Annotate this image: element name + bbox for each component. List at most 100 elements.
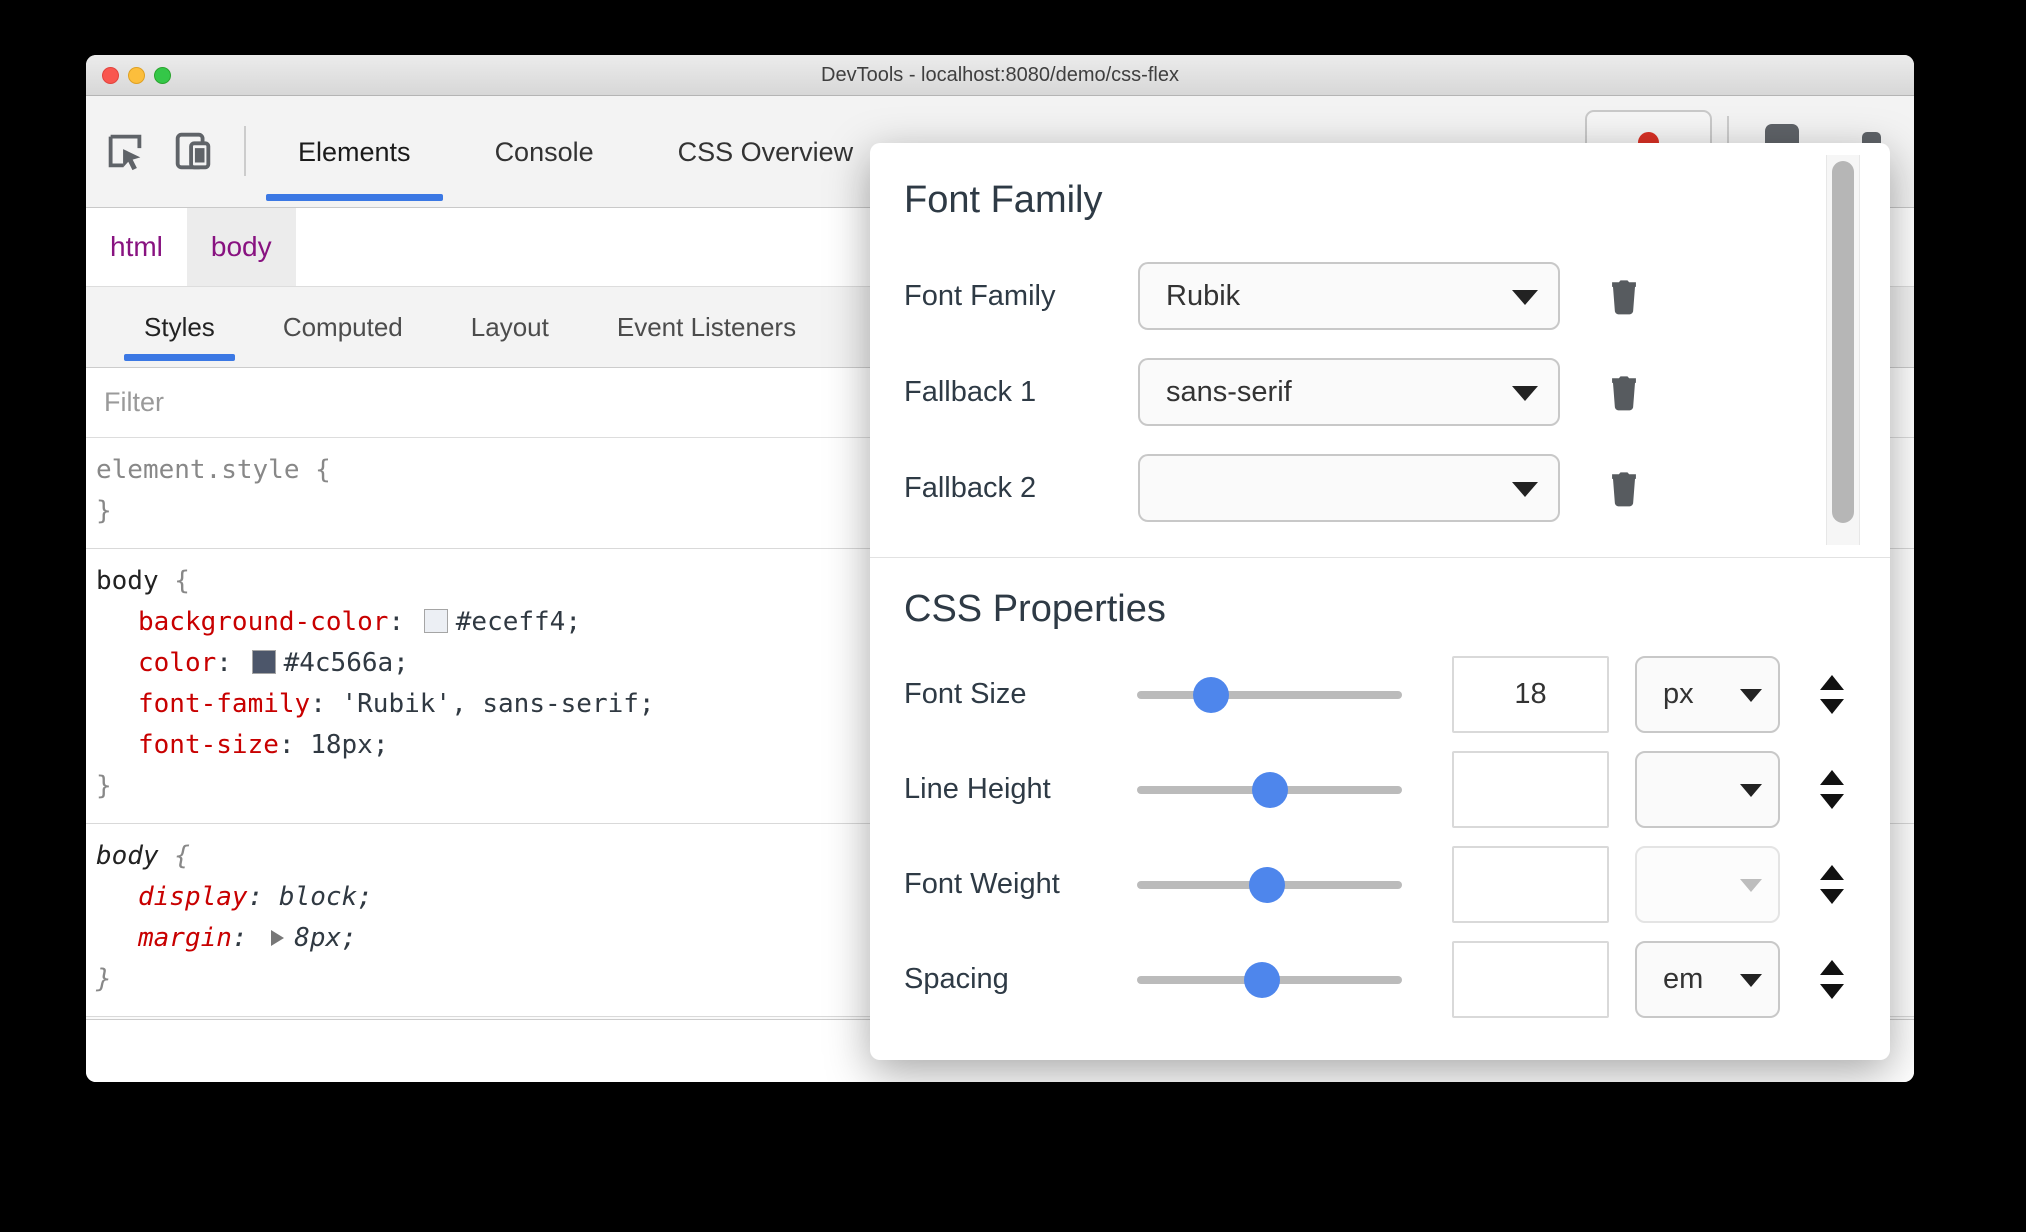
font-weight-row: Font Weight <box>904 837 1890 932</box>
chevron-down-icon <box>1740 783 1762 797</box>
slider-thumb[interactable] <box>1251 771 1288 808</box>
spacing-unit-value: em <box>1663 963 1704 995</box>
screenshot-stage: DevTools - localhost:8080/demo/css-flex <box>0 0 2026 1232</box>
tab-event-listeners[interactable]: Event Listeners <box>583 287 830 367</box>
tab-computed-label: Computed <box>282 311 403 342</box>
color-swatch[interactable] <box>423 609 448 633</box>
stepper-down-icon[interactable] <box>1820 794 1844 809</box>
tab-elements[interactable]: Elements <box>256 96 453 208</box>
font-family-label: Font Family <box>904 279 1056 312</box>
font-size-value-input[interactable] <box>1452 656 1609 733</box>
device-toolbar-icon[interactable] <box>170 126 216 176</box>
stepper-down-icon[interactable] <box>1820 984 1844 999</box>
slider-thumb[interactable] <box>1248 866 1285 903</box>
stepper-up-icon[interactable] <box>1820 675 1844 690</box>
line-height-slider[interactable] <box>1137 771 1402 808</box>
style-filter-input[interactable] <box>86 386 786 419</box>
slider-track <box>1137 690 1402 699</box>
stepper-up-icon[interactable] <box>1820 865 1844 880</box>
font-family-section-title: Font Family <box>904 179 1103 221</box>
tab-console-label: Console <box>494 136 594 167</box>
toolbar-separator <box>244 126 246 176</box>
slider-thumb[interactable] <box>1243 961 1280 998</box>
font-family-select-value: Rubik <box>1166 279 1241 312</box>
slider-thumb[interactable] <box>1193 676 1230 713</box>
main-tab-bar: Elements Console CSS Overview <box>256 96 895 208</box>
overlay-scrollbar-track[interactable] <box>1826 155 1860 545</box>
tab-layout[interactable]: Layout <box>437 287 583 367</box>
line-height-label: Line Height <box>904 773 1051 805</box>
tab-computed[interactable]: Computed <box>249 287 437 367</box>
color-swatch[interactable] <box>251 650 276 674</box>
font-size-stepper[interactable] <box>1820 675 1844 714</box>
font-family-row: Font Family Rubik <box>904 248 1890 344</box>
tab-console[interactable]: Console <box>453 96 636 208</box>
delete-fallback-1-button[interactable] <box>1602 366 1646 418</box>
tab-elements-label: Elements <box>298 136 411 167</box>
fallback-1-label: Fallback 1 <box>904 375 1037 408</box>
font-size-unit-value: px <box>1663 678 1694 710</box>
font-size-label: Font Size <box>904 678 1027 710</box>
spacing-slider[interactable] <box>1137 961 1402 998</box>
tab-styles-label: Styles <box>144 311 215 342</box>
breadcrumb-html[interactable]: html <box>86 208 187 286</box>
font-weight-stepper[interactable] <box>1820 865 1844 904</box>
font-weight-value-input[interactable] <box>1452 846 1609 923</box>
tab-css-overview[interactable]: CSS Overview <box>636 96 896 208</box>
zoom-window-button[interactable] <box>154 67 171 84</box>
tab-event-listeners-label: Event Listeners <box>616 311 797 342</box>
fallback-2-row: Fallback 2 <box>904 440 1890 536</box>
rule-selector: element.style <box>96 455 300 485</box>
tab-css-overview-label: CSS Overview <box>677 136 854 167</box>
stepper-down-icon[interactable] <box>1820 889 1844 904</box>
line-height-value-input[interactable] <box>1452 751 1609 828</box>
chevron-down-icon <box>1740 973 1762 987</box>
window-title: DevTools - localhost:8080/demo/css-flex <box>821 63 1179 86</box>
spacing-value-input[interactable] <box>1452 941 1609 1018</box>
font-family-select[interactable]: Rubik <box>1138 262 1560 330</box>
close-window-button[interactable] <box>102 67 119 84</box>
line-height-stepper[interactable] <box>1820 770 1844 809</box>
chevron-down-icon <box>1512 290 1538 305</box>
spacing-stepper[interactable] <box>1820 960 1844 999</box>
stepper-up-icon[interactable] <box>1820 770 1844 785</box>
tab-layout-label: Layout <box>470 311 549 342</box>
rule-selector: body <box>96 841 159 871</box>
fallback-2-select[interactable] <box>1138 454 1560 522</box>
fallback-1-row: Fallback 1 sans-serif <box>904 344 1890 440</box>
stepper-up-icon[interactable] <box>1820 960 1844 975</box>
rule-selector: body <box>96 566 159 596</box>
title-bar: DevTools - localhost:8080/demo/css-flex <box>86 55 1914 96</box>
font-size-slider[interactable] <box>1137 676 1402 713</box>
fallback-2-label: Fallback 2 <box>904 471 1037 504</box>
font-size-unit-select[interactable]: px <box>1635 656 1780 733</box>
styles-tab-underline <box>124 354 235 361</box>
font-weight-label: Font Weight <box>904 868 1060 900</box>
font-editor-overlay: Font Family Font Family Rubik Fallback 1 <box>870 143 1890 1060</box>
stepper-down-icon[interactable] <box>1820 699 1844 714</box>
expand-shorthand-icon[interactable] <box>271 930 285 946</box>
breadcrumb-body[interactable]: body <box>186 208 296 286</box>
font-size-row: Font Size px <box>904 647 1890 742</box>
breadcrumb-html-label: html <box>110 231 163 262</box>
minimize-window-button[interactable] <box>128 67 145 84</box>
font-weight-unit-select <box>1635 846 1780 923</box>
tab-styles[interactable]: Styles <box>110 287 249 367</box>
css-properties-section: CSS Properties Font Size px <box>870 558 1890 1027</box>
spacing-label: Spacing <box>904 963 1009 995</box>
delete-font-family-button[interactable] <box>1602 270 1646 322</box>
css-properties-section-title: CSS Properties <box>904 588 1166 630</box>
line-height-unit-select[interactable] <box>1635 751 1780 828</box>
overlay-scrollbar-thumb[interactable] <box>1832 161 1854 523</box>
chevron-down-icon <box>1740 688 1762 702</box>
chevron-down-icon <box>1512 386 1538 401</box>
fallback-1-select[interactable]: sans-serif <box>1138 358 1560 426</box>
spacing-unit-select[interactable]: em <box>1635 941 1780 1018</box>
active-tab-underline <box>266 194 443 201</box>
fallback-1-select-value: sans-serif <box>1166 375 1292 408</box>
font-weight-slider[interactable] <box>1137 866 1402 903</box>
inspect-element-icon[interactable] <box>102 126 148 176</box>
delete-fallback-2-button[interactable] <box>1602 462 1646 514</box>
traffic-lights <box>102 67 171 84</box>
chevron-down-icon <box>1740 878 1762 892</box>
